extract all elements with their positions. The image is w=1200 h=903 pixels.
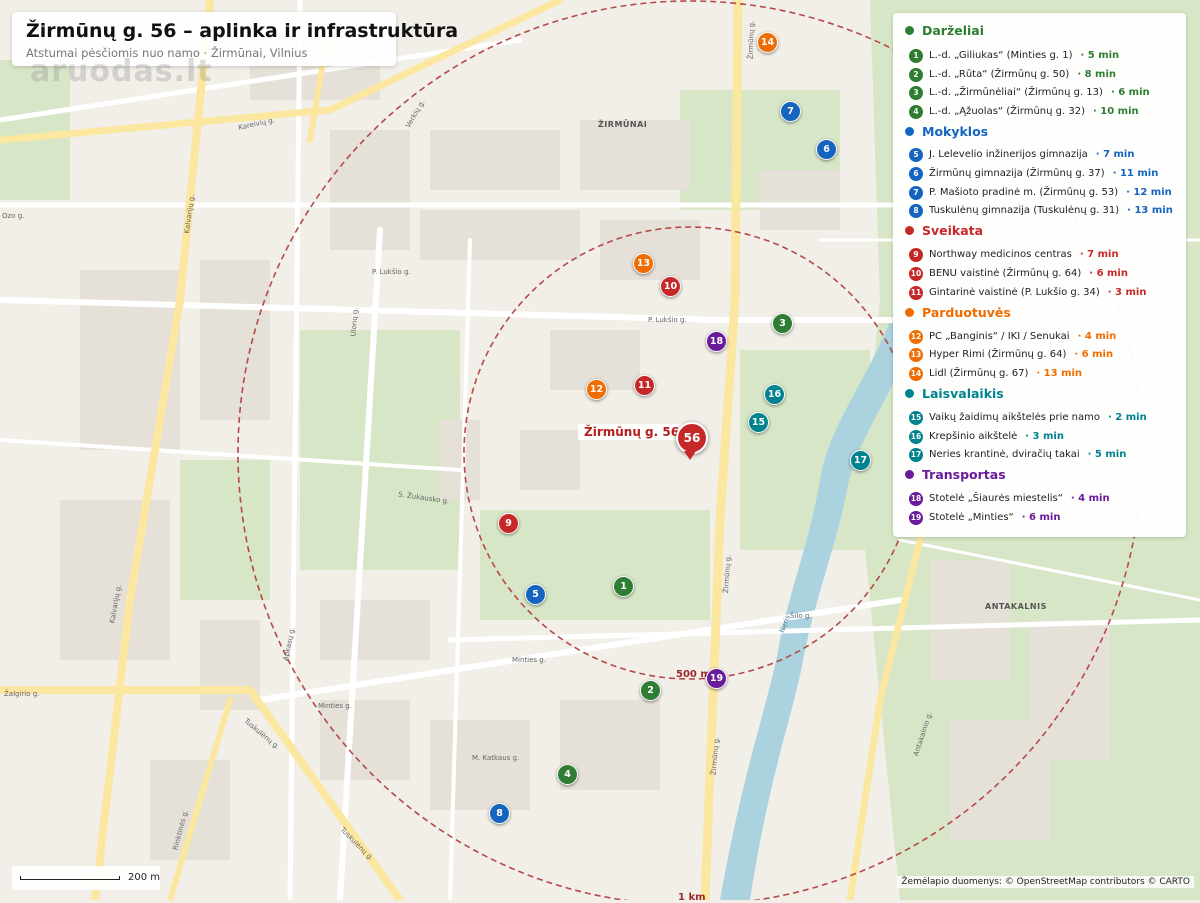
category-dot-icon: [905, 226, 914, 235]
legend-item[interactable]: 12 PC „Banginis“ / IKI / Senukai · 4 min: [909, 330, 1116, 344]
marker-number-icon: 11: [909, 286, 923, 300]
poi-marker-14[interactable]: 14: [757, 32, 778, 53]
category-dot-icon: [905, 389, 914, 398]
legend-item[interactable]: 4 L.-d. „Ąžuolas“ (Žirmūnų g. 32) · 10 min: [909, 105, 1139, 119]
poi-marker-11[interactable]: 11: [634, 375, 655, 396]
ring-label-1km: 1 km: [678, 892, 706, 903]
legend-item[interactable]: 10 BENU vaistinė (Žirmūnų g. 64) · 6 min: [909, 267, 1128, 281]
legend-item[interactable]: 2 L.-d. „Rūta“ (Žirmūnų g. 50) · 8 min: [909, 68, 1116, 82]
poi-marker-2[interactable]: 2: [640, 680, 661, 701]
marker-number-icon: 2: [909, 68, 923, 82]
marker-number-icon: 5: [909, 148, 923, 162]
legend-item[interactable]: 19 Stotelė „Minties“ · 6 min: [909, 511, 1060, 525]
street-label: Žirmūnų g.: [746, 20, 756, 60]
district-label: ANTAKALNIS: [985, 602, 1047, 611]
legend-item[interactable]: 9 Northway medicinos centras · 7 min: [909, 248, 1119, 262]
poi-marker-3[interactable]: 3: [772, 313, 793, 334]
street-label: Minties g.: [318, 702, 352, 710]
poi-marker-16[interactable]: 16: [764, 384, 785, 405]
legend-item[interactable]: 13 Hyper Rimi (Žirmūnų g. 64) · 6 min: [909, 348, 1113, 362]
poi-marker-6[interactable]: 6: [816, 139, 837, 160]
street-label: P. Lukšio g.: [648, 316, 687, 324]
marker-number-icon: 16: [909, 430, 923, 444]
marker-number-icon: 7: [909, 186, 923, 200]
marker-number-icon: 10: [909, 267, 923, 281]
district-label: ŽIRMŪNAI: [598, 120, 648, 129]
marker-number-icon: 12: [909, 330, 923, 344]
poi-marker-8[interactable]: 8: [489, 803, 510, 824]
marker-number-icon: 8: [909, 204, 923, 218]
marker-number-icon: 4: [909, 105, 923, 119]
legend-category-sveikata: Sveikata: [905, 223, 983, 238]
scale-bar-line: [20, 876, 120, 880]
aruodas-watermark-logo: aruodas.lt: [30, 54, 213, 89]
street-label: P. Lukšio g.: [372, 268, 411, 276]
map-attribution[interactable]: Žemėlapio duomenys: © OpenStreetMap cont…: [897, 876, 1194, 888]
marker-number-icon: 19: [909, 511, 923, 525]
category-dot-icon: [905, 308, 914, 317]
legend-item[interactable]: 5 J. Lelevelio inžinerijos gimnazija · 7 m…: [909, 148, 1134, 162]
poi-marker-17[interactable]: 17: [850, 450, 871, 471]
legend-category-transportas: Transportas: [905, 467, 1006, 482]
marker-number-icon: 17: [909, 448, 923, 462]
legend-item[interactable]: 7 P. Mašioto pradinė m. (Žirmūnų g. 53) · …: [909, 186, 1172, 200]
legend-item[interactable]: 3 L.-d. „Žirmūnėliai“ (Žirmūnų g. 13) · 6 …: [909, 86, 1150, 100]
legend-item[interactable]: 11 Gintarinė vaistinė (P. Lukšio g. 34) · …: [909, 286, 1146, 300]
poi-marker-15[interactable]: 15: [748, 412, 769, 433]
legend-category-laisvalaikis: Laisvalaikis: [905, 386, 1004, 401]
street-label: Ozo g.: [2, 212, 25, 220]
poi-marker-9[interactable]: 9: [498, 513, 519, 534]
legend-item[interactable]: 8 Tuskulėnų gimnazija (Tuskulėnų g. 31) · …: [909, 204, 1173, 218]
marker-number-icon: 14: [909, 367, 923, 381]
street-label: Žalgirio g.: [4, 690, 40, 698]
legend-item[interactable]: 1 L.-d. „Giliukas“ (Minties g. 1) · 5 min: [909, 49, 1119, 63]
category-dot-icon: [905, 26, 914, 35]
scale-bar-label: 200 m: [128, 872, 161, 883]
marker-number-icon: 3: [909, 86, 923, 100]
poi-marker-7[interactable]: 7: [780, 101, 801, 122]
legend-category-parduotuves: Parduotuvės: [905, 305, 1011, 320]
marker-number-icon: 13: [909, 348, 923, 362]
legend-panel: Darželiai 1 L.-d. „Giliukas“ (Minties g. …: [893, 13, 1186, 537]
street-label: Šilo g.: [790, 612, 812, 620]
marker-number-icon: 15: [909, 411, 923, 425]
marker-number-icon: 1: [909, 49, 923, 63]
poi-marker-19[interactable]: 19: [706, 668, 727, 689]
legend-item[interactable]: 18 Stotelė „Šiaurės miestelis“ · 4 min: [909, 492, 1110, 506]
marker-number-icon: 9: [909, 248, 923, 262]
legend-item[interactable]: 6 Žirmūnų gimnazija (Žirmūnų g. 37) · 11 m…: [909, 167, 1158, 181]
poi-marker-13[interactable]: 13: [633, 253, 654, 274]
poi-marker-12[interactable]: 12: [586, 379, 607, 400]
legend-item[interactable]: 15 Vaikų žaidimų aikštelės prie namo · 2 m…: [909, 411, 1147, 425]
marker-number-icon: 18: [909, 492, 923, 506]
scale-bar: 200 m: [12, 866, 160, 890]
poi-marker-1[interactable]: 1: [613, 576, 634, 597]
poi-marker-4[interactable]: 4: [557, 764, 578, 785]
legend-item[interactable]: 14 Lidl (Žirmūnų g. 67) · 13 min: [909, 367, 1082, 381]
poi-marker-10[interactable]: 10: [660, 276, 681, 297]
marker-number-icon: 6: [909, 167, 923, 181]
legend-item[interactable]: 16 Krepšinio aikštelė · 3 min: [909, 430, 1064, 444]
street-label: M. Katkaus g.: [472, 754, 520, 762]
category-dot-icon: [905, 470, 914, 479]
page-title: Žirmūnų g. 56 – aplinka ir infrastruktūr…: [26, 20, 459, 42]
home-marker-pointer: [684, 451, 696, 460]
legend-category-mokyklos: Mokyklos: [905, 124, 988, 139]
home-address-label: Žirmūnų g. 56: [578, 424, 686, 440]
legend-category-darzeliai: Darželiai: [905, 23, 984, 38]
poi-marker-5[interactable]: 5: [525, 584, 546, 605]
category-dot-icon: [905, 127, 914, 136]
legend-item[interactable]: 17 Neries krantinė, dviračių takai · 5 min: [909, 448, 1126, 462]
street-label: Minties g.: [512, 656, 546, 664]
poi-marker-18[interactable]: 18: [706, 331, 727, 352]
home-marker[interactable]: 56: [676, 422, 708, 454]
